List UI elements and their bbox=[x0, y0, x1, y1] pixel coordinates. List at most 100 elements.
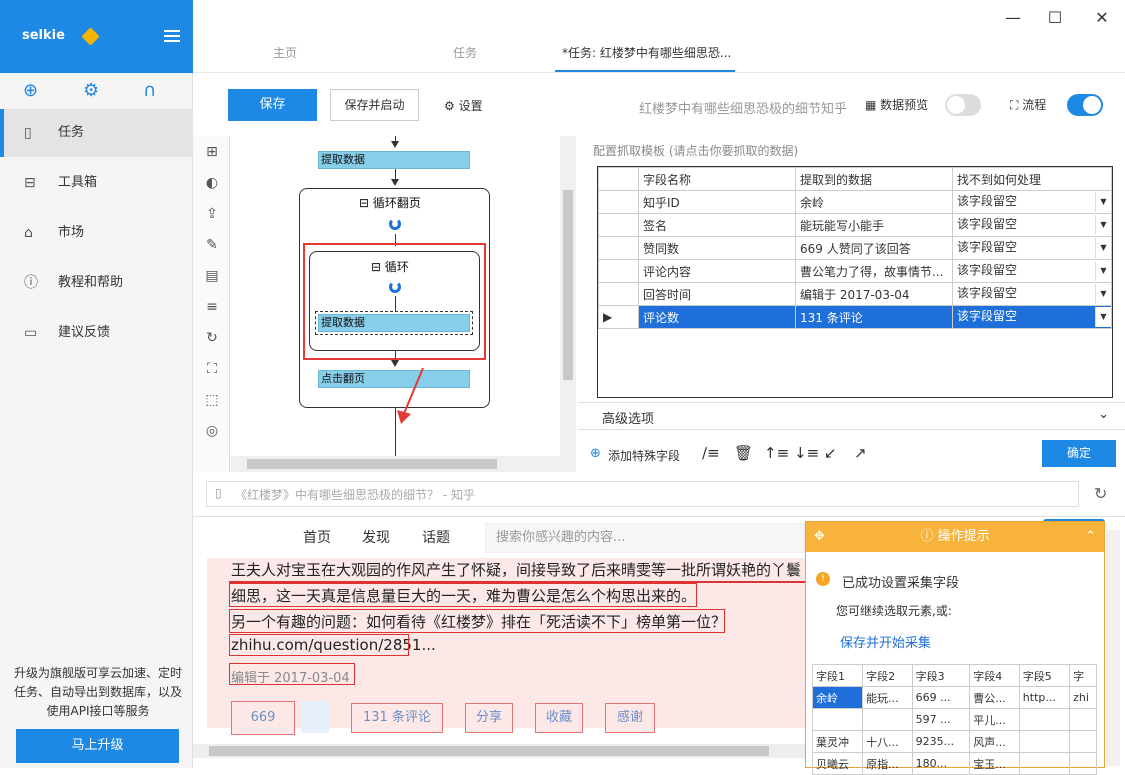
hint-header[interactable]: ✥ ⓘ 操作提示 ⌃ bbox=[806, 522, 1104, 552]
handle-cell[interactable]: 该字段留空 ▼ bbox=[952, 282, 1112, 306]
text-input-icon[interactable]: ▤ bbox=[202, 268, 222, 288]
address-bar[interactable]: ▯ 《红楼梦》中有哪些细思恐极的细节？ - 知乎 bbox=[206, 481, 1079, 507]
field-name-cell[interactable]: 签名 bbox=[638, 213, 796, 237]
field-value-cell[interactable]: 编辑于 2017-03-04 bbox=[795, 282, 953, 306]
vertical-scrollbar[interactable] bbox=[560, 136, 576, 472]
chevron-down-icon[interactable]: ▼ bbox=[1095, 261, 1111, 281]
chevron-down-icon[interactable]: ▼ bbox=[1095, 192, 1111, 212]
select-icon[interactable]: ↙ bbox=[824, 444, 837, 462]
cell[interactable]: 180... bbox=[911, 752, 971, 775]
upgrade-button[interactable]: 马上升级 bbox=[16, 729, 179, 763]
trash-icon[interactable]: 🗑 bbox=[734, 444, 753, 462]
loop-icon[interactable]: ↻ bbox=[202, 330, 222, 350]
cell[interactable] bbox=[1018, 730, 1071, 753]
move-down-icon[interactable]: ↓≡ bbox=[794, 444, 819, 462]
thanks-button[interactable]: 感谢 bbox=[605, 703, 655, 733]
cell[interactable]: 十八... bbox=[862, 730, 913, 753]
sidebar-item-feedback[interactable]: ▭ 建议反馈 bbox=[0, 309, 193, 357]
table-row[interactable]: 余岭 能玩... 669 ... 曹公... http... zhi bbox=[811, 686, 1097, 709]
menu-icon[interactable] bbox=[164, 30, 180, 42]
move-up-icon[interactable]: ↑≡ bbox=[764, 444, 789, 462]
cell[interactable] bbox=[811, 708, 864, 731]
export-icon[interactable]: ⇪ bbox=[202, 206, 222, 226]
ok-button[interactable]: 确定 bbox=[1042, 440, 1116, 467]
cell[interactable] bbox=[1069, 708, 1097, 731]
advanced-options[interactable]: 高级选项 ⌄ bbox=[578, 402, 1125, 430]
edit-field-icon[interactable]: ∕≡ bbox=[702, 444, 720, 462]
table-row-selected[interactable]: ▶ 评论数 131 条评论 该字段留空 ▼ bbox=[598, 305, 1112, 329]
cell[interactable]: 平儿... bbox=[969, 708, 1020, 731]
table-row[interactable]: 葉灵冲 十八... 9235... 风声... bbox=[811, 730, 1097, 753]
cell[interactable] bbox=[1069, 752, 1097, 775]
handle-cell[interactable]: 该字段留空 ▼ bbox=[952, 213, 1112, 237]
table-row[interactable]: 597 ... 平儿... bbox=[811, 708, 1097, 731]
chevron-down-icon[interactable]: ▼ bbox=[1095, 307, 1111, 327]
add-field-button[interactable]: 添加特殊字段 bbox=[608, 447, 680, 464]
field-value-cell[interactable]: 能玩能写小能手 bbox=[795, 213, 953, 237]
move-icon[interactable]: ✥ bbox=[814, 522, 825, 552]
field-value-cell[interactable]: 余岭 bbox=[795, 190, 953, 214]
cell[interactable]: http... bbox=[1018, 686, 1071, 709]
refresh-icon[interactable]: ↻ bbox=[1094, 484, 1107, 503]
cell[interactable] bbox=[862, 708, 913, 731]
field-name-cell[interactable]: 评论内容 bbox=[638, 259, 796, 283]
minimize-icon[interactable]: — bbox=[998, 6, 1028, 30]
chevron-down-icon[interactable]: ▼ bbox=[1095, 238, 1111, 258]
branch-icon[interactable]: ⛶ bbox=[202, 361, 222, 381]
comment-button[interactable]: 131 条评论 bbox=[351, 703, 443, 733]
field-name-cell[interactable]: 知乎ID bbox=[638, 190, 796, 214]
table-row[interactable]: 知乎ID 余岭 该字段留空 ▼ bbox=[598, 190, 1112, 214]
zhihu-nav-home[interactable]: 首页 bbox=[303, 527, 331, 547]
sidebar-item-market[interactable]: ⌂ 市场 bbox=[0, 209, 193, 257]
hint-preview-table[interactable]: 字段1 字段2 字段3 字段4 字段5 字 余岭 能玩... 669 ... 曹… bbox=[811, 664, 1097, 775]
cell[interactable]: 风声... bbox=[969, 730, 1020, 753]
cell[interactable] bbox=[1018, 708, 1071, 731]
zhihu-search-input[interactable]: 搜索你感兴趣的内容... bbox=[485, 523, 805, 553]
upvote-button[interactable]: 669 bbox=[231, 701, 295, 735]
add-icon[interactable]: ⊕ bbox=[23, 80, 38, 102]
mouse-icon[interactable]: ◐ bbox=[202, 175, 222, 195]
scroll-thumb[interactable] bbox=[209, 746, 769, 756]
cell[interactable]: 597 ... bbox=[911, 708, 971, 731]
save-start-link[interactable]: 保存并开始采集 bbox=[840, 632, 931, 651]
close-icon[interactable]: ✕ bbox=[1087, 6, 1117, 30]
tab-home[interactable]: 主页 bbox=[273, 44, 297, 72]
handle-cell[interactable]: 该字段留空 ▼ bbox=[952, 305, 1112, 329]
headset-icon[interactable]: ∩ bbox=[143, 80, 156, 102]
tab-current-task[interactable]: *任务: 红楼梦中有哪些细思恐... bbox=[562, 44, 731, 72]
cell[interactable]: 贝曦云 bbox=[811, 752, 864, 775]
cell[interactable]: 原指... bbox=[862, 752, 913, 775]
save-button[interactable]: 保存 bbox=[228, 89, 317, 121]
flow-node-extract[interactable]: 提取数据 bbox=[318, 151, 470, 169]
sidebar-item-help[interactable]: ⓘ 教程和帮助 bbox=[0, 259, 193, 307]
config-table[interactable]: 字段名称 提取到的数据 找不到如何处理 知乎ID 余岭 该字段留空 ▼ 签名 能玩… bbox=[597, 166, 1113, 398]
cell[interactable]: 葉灵冲 bbox=[811, 730, 864, 753]
zhihu-nav-discover[interactable]: 发现 bbox=[362, 527, 390, 547]
collapse-icon[interactable]: ⌃ bbox=[1085, 522, 1096, 552]
open-link-icon[interactable]: ↗ bbox=[854, 444, 867, 462]
collect-button[interactable]: 收藏 bbox=[535, 703, 583, 733]
sidebar-item-toolbox[interactable]: ⊟ 工具箱 bbox=[0, 159, 193, 207]
cell[interactable]: 9235... bbox=[911, 730, 971, 753]
handle-cell[interactable]: 该字段留空 ▼ bbox=[952, 259, 1112, 283]
data-preview-toggle[interactable] bbox=[945, 94, 981, 116]
cell[interactable]: 余岭 bbox=[811, 686, 864, 709]
field-name-cell[interactable]: 回答时间 bbox=[638, 282, 796, 306]
edit-icon[interactable]: ✎ bbox=[202, 237, 222, 257]
table-row[interactable]: 评论内容 曹公笔力了得，故事情节... 该字段留空 ▼ bbox=[598, 259, 1112, 283]
cell[interactable] bbox=[1069, 730, 1097, 753]
table-row[interactable]: 贝曦云 原指... 180... 宝玉... bbox=[811, 752, 1097, 775]
chevron-down-icon[interactable]: ▼ bbox=[1095, 215, 1111, 235]
save-start-button[interactable]: 保存并启动 bbox=[330, 89, 419, 121]
field-value-cell[interactable]: 曹公笔力了得，故事情节... bbox=[795, 259, 953, 283]
cursor-select-icon[interactable]: ⬚ bbox=[202, 392, 222, 412]
scroll-thumb[interactable] bbox=[563, 190, 573, 380]
table-row[interactable]: 回答时间 编辑于 2017-03-04 该字段留空 ▼ bbox=[598, 282, 1112, 306]
cell[interactable]: 曹公... bbox=[969, 686, 1020, 709]
handle-cell[interactable]: 该字段留空 ▼ bbox=[952, 236, 1112, 260]
table-row[interactable]: 赞同数 669 人赞同了该回答 该字段留空 ▼ bbox=[598, 236, 1112, 260]
flow-toggle[interactable] bbox=[1067, 94, 1103, 116]
cell[interactable]: zhi bbox=[1069, 686, 1097, 709]
maximize-icon[interactable]: ☐ bbox=[1040, 6, 1070, 30]
settings-button[interactable]: ⚙ 设置 bbox=[444, 97, 483, 114]
